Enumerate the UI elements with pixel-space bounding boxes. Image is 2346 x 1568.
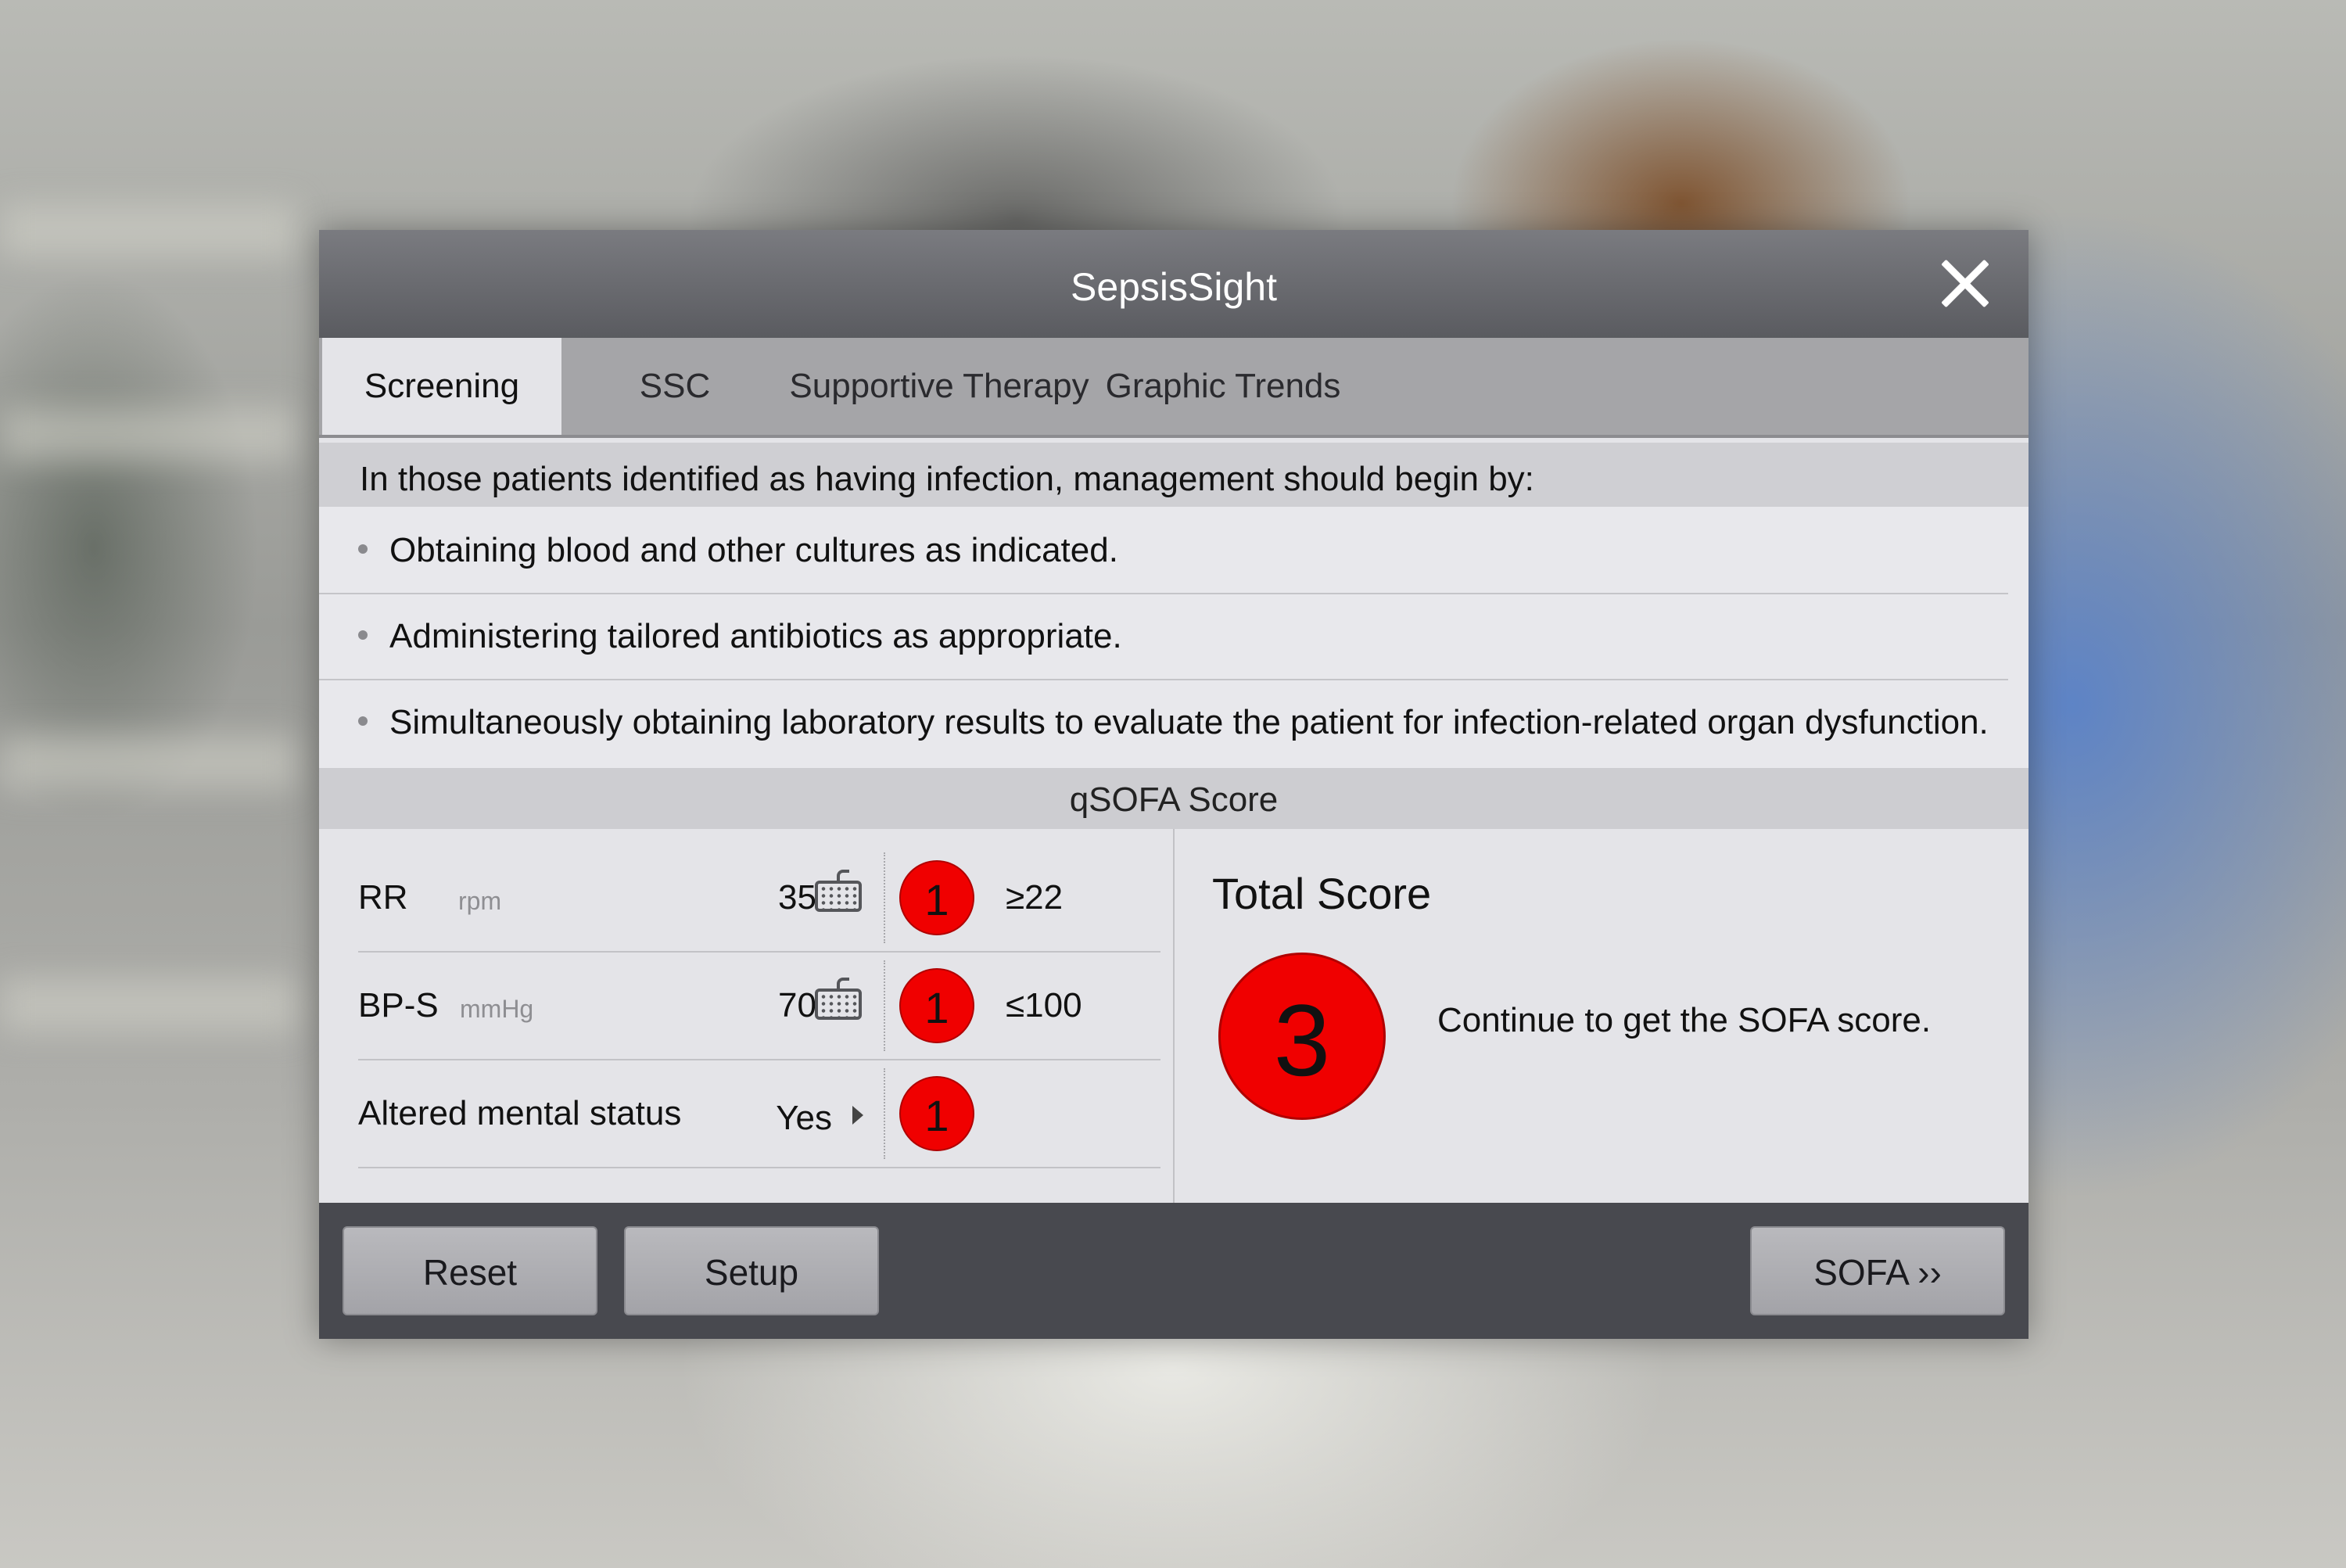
divider <box>884 852 885 943</box>
list-item: Simultaneously obtaining laboratory resu… <box>319 679 2008 765</box>
row-threshold: ≥22 <box>1006 878 1064 917</box>
total-score-label: Total Score <box>1212 869 1432 918</box>
caret-right-icon[interactable] <box>852 1106 863 1125</box>
row-unit: rpm <box>458 887 502 915</box>
bullet-icon <box>358 544 368 554</box>
title-bar: SepsisSight <box>319 230 2029 338</box>
row-value[interactable]: 35 <box>778 845 816 951</box>
bullet-list: Obtaining blood and other cultures as in… <box>319 507 2029 768</box>
tab-graphic-trends[interactable]: Graphic Trends <box>1101 338 1345 435</box>
tab-ssc-bundles[interactable]: SSC Bundles <box>577 338 773 502</box>
intro-text: In those patients identified as having i… <box>360 460 1534 498</box>
tab-bar: Screening SSC Bundles Supportive Therapy… <box>319 338 2029 502</box>
score-badge: 1 <box>899 1076 974 1151</box>
background-shelf <box>0 978 297 1032</box>
dialog-title: SepsisSight <box>1070 265 1278 309</box>
row-label: Altered mental status <box>358 1094 682 1132</box>
sofa-button[interactable]: SOFA ›› <box>1750 1226 2005 1315</box>
qsofa-row-rr: RR rpm 35 1 ≥22 <box>358 845 1160 953</box>
list-item-text: Administering tailored antibiotics as ap… <box>389 617 1122 655</box>
background-shelf <box>0 735 297 790</box>
intro-banner: In those patients identified as having i… <box>319 443 2029 507</box>
list-item-text: Obtaining blood and other cultures as in… <box>389 531 1118 569</box>
qsofa-header: qSOFA Score <box>319 768 2029 829</box>
background-shelf <box>0 407 297 461</box>
bullet-icon <box>358 716 368 726</box>
qsofa-row-mental-status: Altered mental status Yes 1 <box>358 1060 1160 1168</box>
divider <box>884 960 885 1051</box>
mental-status-dropdown[interactable]: Yes <box>776 1065 832 1172</box>
qsofa-criteria-panel: RR rpm 35 1 ≥22 BP-S mmHg 70 1 ≤100 Alte… <box>319 829 1175 1203</box>
row-label: BP-S <box>358 986 439 1024</box>
footer-bar: Reset Setup SOFA ›› <box>319 1203 2029 1339</box>
list-item: Obtaining blood and other cultures as in… <box>319 507 2008 594</box>
tab-supportive-therapy[interactable]: Supportive Therapy <box>788 338 1090 435</box>
divider <box>884 1068 885 1159</box>
row-threshold: ≤100 <box>1006 986 1082 1024</box>
setup-button[interactable]: Setup <box>624 1226 879 1315</box>
keyboard-icon[interactable] <box>815 870 862 912</box>
qsofa-row-bps: BP-S mmHg 70 1 ≤100 <box>358 953 1160 1060</box>
row-value[interactable]: 70 <box>778 953 816 1059</box>
score-badge: 1 <box>899 860 974 935</box>
close-icon[interactable] <box>1939 258 1991 310</box>
total-score-panel: Total Score 3 Continue to get the SOFA s… <box>1175 829 2029 1203</box>
background-shelf <box>0 203 297 258</box>
keyboard-icon[interactable] <box>815 978 862 1020</box>
bullet-icon <box>358 630 368 640</box>
list-item: Administering tailored antibiotics as ap… <box>319 593 2008 680</box>
row-unit: mmHg <box>460 995 534 1023</box>
list-item-text: Simultaneously obtaining laboratory resu… <box>389 703 1989 741</box>
sepsissight-dialog: SepsisSight Screening SSC Bundles Suppor… <box>319 230 2029 1339</box>
reset-button[interactable]: Reset <box>343 1226 597 1315</box>
total-score-message: Continue to get the SOFA score. <box>1437 1001 1932 1039</box>
row-label: RR <box>358 878 408 917</box>
total-score-badge: 3 <box>1218 953 1386 1120</box>
score-badge: 1 <box>899 968 974 1043</box>
tab-screening[interactable]: Screening <box>322 338 561 435</box>
